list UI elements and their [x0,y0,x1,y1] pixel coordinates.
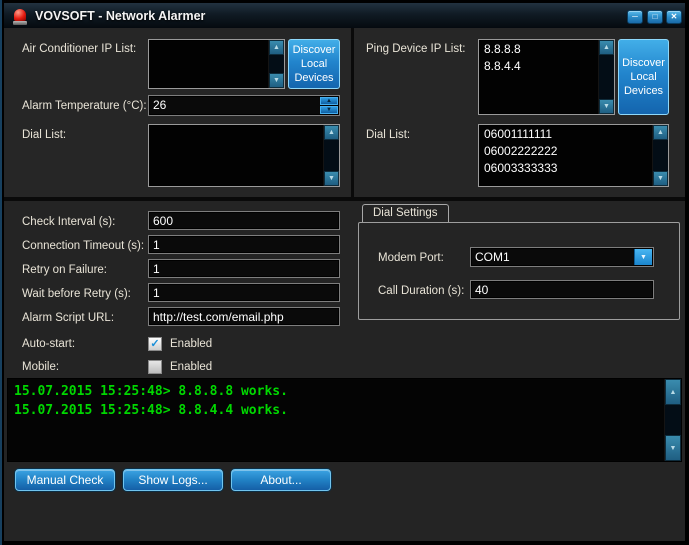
maximize-icon: □ [653,13,658,21]
scroll-down-button[interactable]: ▼ [599,99,614,114]
scroll-track[interactable] [269,55,284,73]
dial-list-right-label: Dial List: [366,129,410,141]
call-duration-field[interactable]: 40 [470,280,654,299]
scroll-down-button[interactable]: ▼ [269,73,284,88]
scroll-up-button[interactable]: ▲ [665,379,681,405]
log-line: 15.07.2015 15:25:48> 8.8.8.8 works. [14,382,658,401]
siren-dome [14,9,26,21]
alarm-script-url-field[interactable]: http://test.com/email.php [148,307,340,326]
dial-list-left-label: Dial List: [22,129,66,141]
spinner-down-button[interactable]: ▼ [320,106,338,114]
ac-ip-listbox[interactable]: ▲ ▼ [148,39,285,89]
log-scrollbar[interactable]: ▲ ▼ [664,379,681,461]
scroll-down-button[interactable]: ▼ [324,171,339,186]
scroll-track[interactable] [324,140,339,171]
temperature-spinner[interactable]: ▲ ▼ [320,97,338,114]
ping-ip-list-content: 8.8.8.8 8.8.4.4 [479,40,598,114]
mobile-checkbox[interactable] [148,360,162,374]
app-window: VOVSOFT - Network Alarmer ─ □ ✕ Air Cond… [0,0,689,545]
window-title: VOVSOFT - Network Alarmer [35,9,205,23]
autostart-checkbox[interactable]: ✓ [148,337,162,351]
scroll-up-button[interactable]: ▲ [653,125,668,140]
dial-list-right-content: 06001111111 06002222222 06003333333 [479,125,652,186]
tab-dial-settings[interactable]: Dial Settings [362,204,449,222]
ping-ip-listbox[interactable]: 8.8.8.8 8.8.4.4 ▲ ▼ [478,39,615,115]
autostart-enabled-label: Enabled [170,338,212,350]
dial-list-right-box[interactable]: 06001111111 06002222222 06003333333 ▲ ▼ [478,124,669,187]
connection-timeout-label: Connection Timeout (s): [22,240,144,252]
about-button[interactable]: About... [231,469,331,491]
scroll-down-icon: ▼ [670,445,677,452]
modem-port-label: Modem Port: [378,252,444,264]
alarm-temperature-field[interactable]: 26 ▲ ▼ [148,95,340,116]
wait-before-retry-label: Wait before Retry (s): [22,288,131,300]
ac-ip-list-label: Air Conditioner IP List: [22,43,136,55]
maximize-button[interactable]: □ [647,10,663,24]
alarm-temperature-label: Alarm Temperature (°C): [22,100,147,112]
check-interval-label: Check Interval (s): [22,216,115,228]
scroll-up-icon: ▲ [657,129,664,136]
close-button[interactable]: ✕ [666,10,682,24]
scroll-up-icon: ▲ [328,129,335,136]
vertical-divider [351,28,354,198]
spin-up-icon: ▲ [326,98,332,104]
discover-local-devices-button-right[interactable]: Discover Local Devices [618,39,669,115]
scroll-up-button[interactable]: ▲ [269,40,284,55]
ping-ip-scrollbar[interactable]: ▲ ▼ [598,40,614,114]
dial-list-right-scrollbar[interactable]: ▲ ▼ [652,125,668,186]
minimize-button[interactable]: ─ [627,10,643,24]
manual-check-button[interactable]: Manual Check [15,469,115,491]
log-line: 15.07.2015 15:25:48> 8.8.4.4 works. [14,401,658,420]
scroll-up-icon: ▲ [670,389,677,396]
scroll-down-icon: ▼ [328,175,335,182]
spinner-up-button[interactable]: ▲ [320,97,338,105]
wait-before-retry-field[interactable]: 1 [148,283,340,302]
combo-dropdown-button[interactable]: ▼ [634,249,652,265]
scroll-track[interactable] [665,405,681,435]
mobile-enabled-label: Enabled [170,361,212,373]
connection-timeout-field[interactable]: 1 [148,235,340,254]
ac-ip-scrollbar[interactable]: ▲ ▼ [268,40,284,88]
alarm-siren-icon [13,8,27,26]
scroll-up-button[interactable]: ▲ [599,40,614,55]
check-interval-field[interactable]: 600 [148,211,340,230]
siren-base [13,21,27,25]
modem-port-select[interactable]: COM1 ▼ [470,247,654,267]
modem-port-value: COM1 [475,250,510,264]
horizontal-divider [4,197,685,201]
ac-ip-list-content [149,40,268,88]
dial-list-left-content [149,125,323,186]
scroll-down-icon: ▼ [657,175,664,182]
scroll-down-button[interactable]: ▼ [665,435,681,461]
minimize-icon: ─ [632,13,638,21]
scroll-down-button[interactable]: ▼ [653,171,668,186]
ping-ip-list-label: Ping Device IP List: [366,43,466,55]
checkmark-icon: ✓ [150,339,159,350]
close-icon: ✕ [671,13,678,21]
scroll-up-icon: ▲ [273,44,280,51]
scroll-down-icon: ▼ [603,103,610,110]
autostart-label: Auto-start: [22,338,75,350]
retry-on-failure-field[interactable]: 1 [148,259,340,278]
spin-down-icon: ▼ [326,107,332,113]
alarm-script-url-label: Alarm Script URL: [22,312,114,324]
dial-settings-groupbox [358,222,680,320]
dial-list-left-scrollbar[interactable]: ▲ ▼ [323,125,339,186]
mobile-label: Mobile: [22,361,59,373]
scroll-down-icon: ▼ [273,77,280,84]
log-content: 15.07.2015 15:25:48> 8.8.8.8 works.15.07… [8,379,664,461]
call-duration-label: Call Duration (s): [378,285,464,297]
titlebar[interactable]: VOVSOFT - Network Alarmer ─ □ ✕ [4,3,685,28]
discover-local-devices-button-left[interactable]: Discover Local Devices [288,39,340,89]
scroll-up-button[interactable]: ▲ [324,125,339,140]
alarm-temperature-value: 26 [153,98,166,112]
show-logs-button[interactable]: Show Logs... [123,469,223,491]
retry-on-failure-label: Retry on Failure: [22,264,107,276]
log-console[interactable]: 15.07.2015 15:25:48> 8.8.8.8 works.15.07… [7,378,682,462]
scroll-up-icon: ▲ [603,44,610,51]
scroll-track[interactable] [599,55,614,99]
scroll-track[interactable] [653,140,668,171]
dial-list-left-box[interactable]: ▲ ▼ [148,124,340,187]
chevron-down-icon: ▼ [640,254,647,261]
